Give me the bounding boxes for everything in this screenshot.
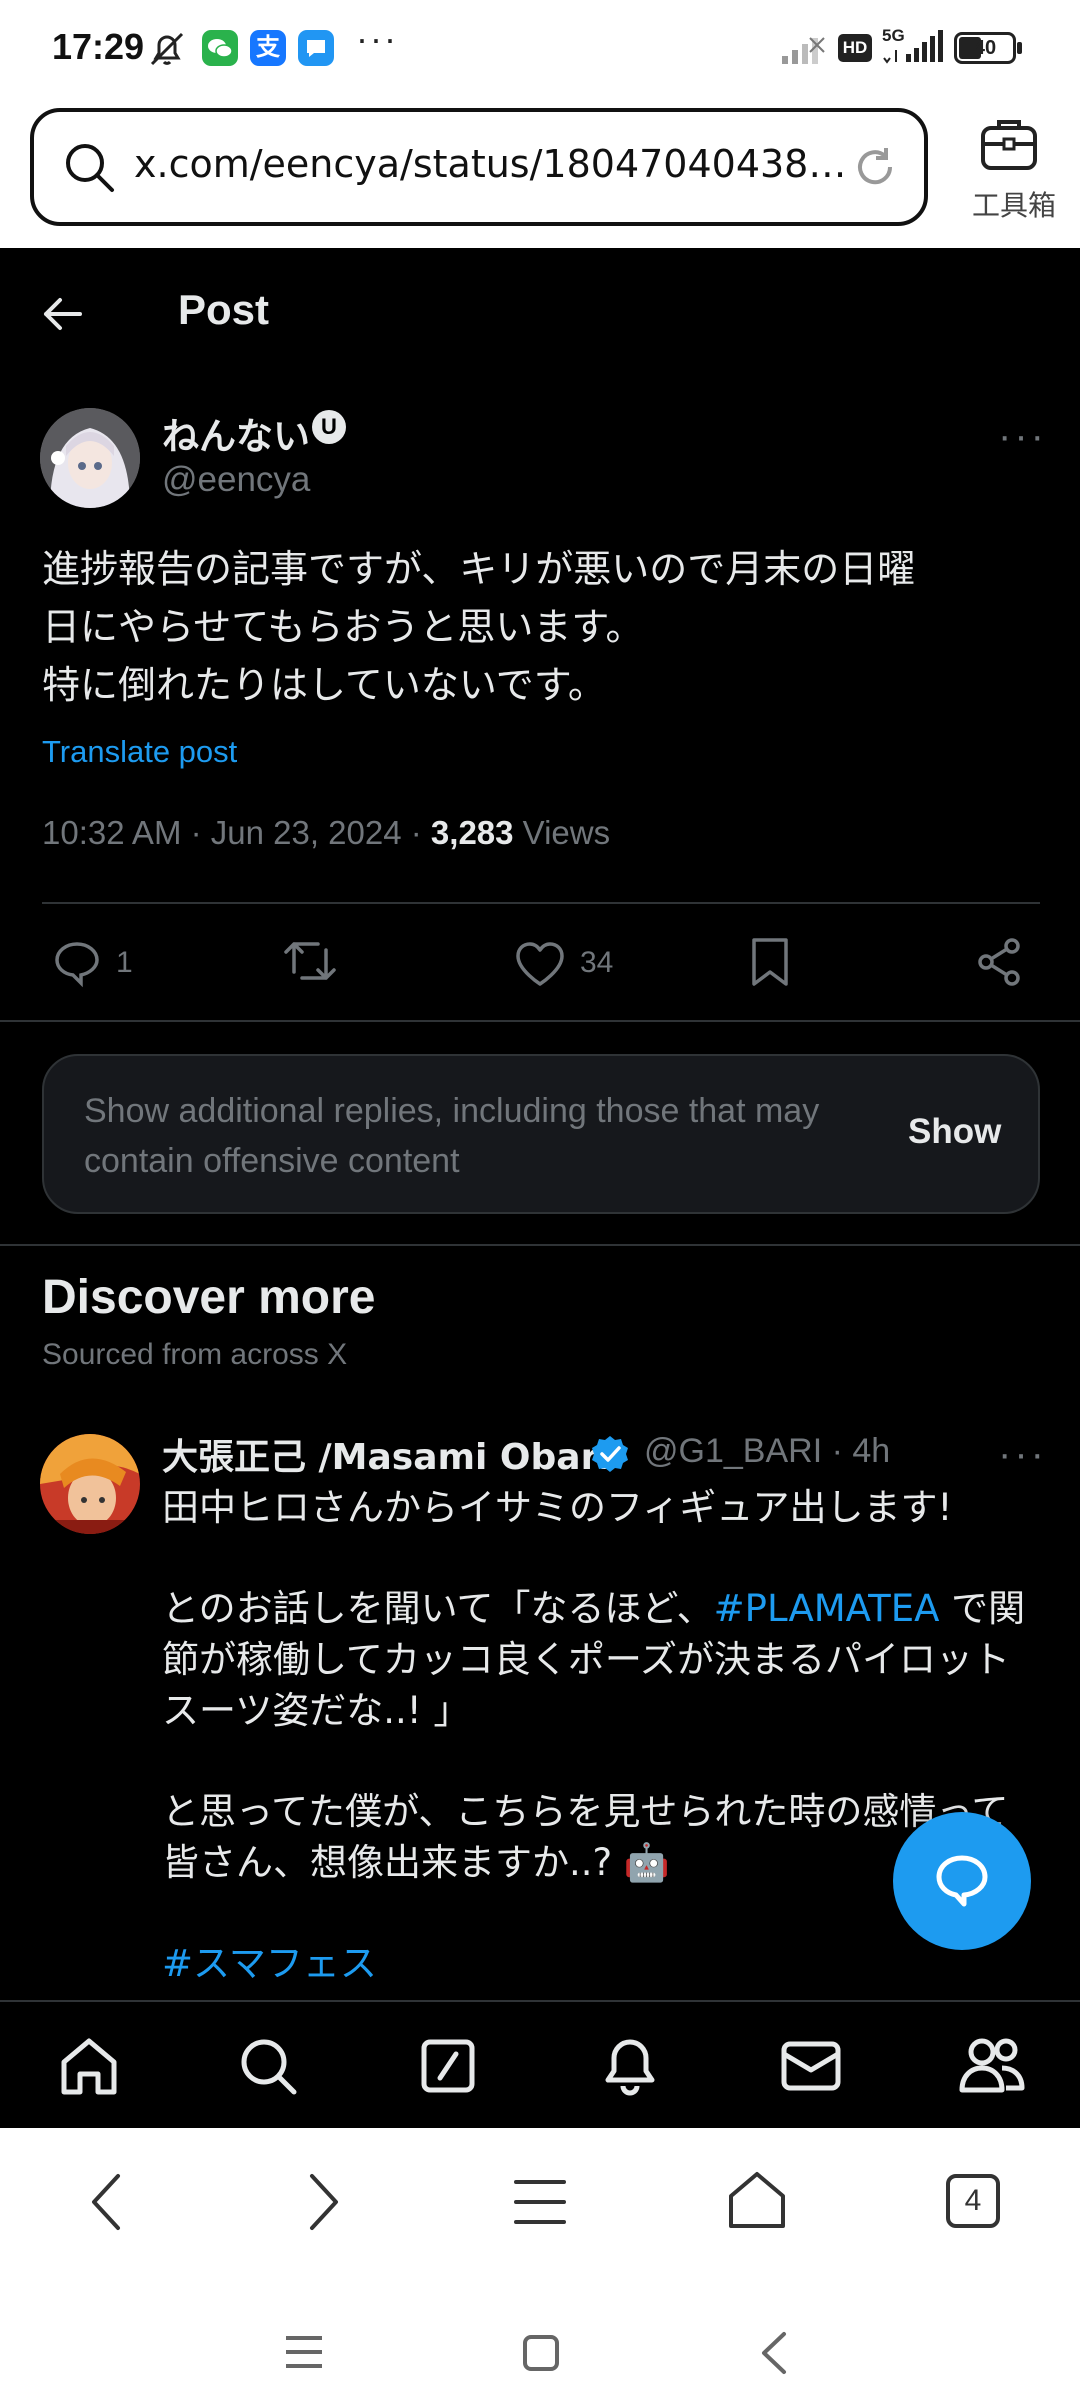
like-button[interactable]: 34 [514, 932, 624, 992]
tweet2-line: 田中ヒロさんからイサミのフィギュア出します! [162, 1486, 953, 1529]
battery-level: 40 [973, 37, 997, 59]
discover-title: Discover more [42, 1271, 376, 1324]
reply-icon [52, 938, 102, 988]
status-time: 17:29 [52, 26, 145, 67]
divider [0, 1020, 1080, 1022]
avatar[interactable] [40, 408, 140, 508]
show-button[interactable]: Show [908, 1112, 1001, 1152]
page-title: Post [178, 286, 270, 333]
share-icon[interactable] [974, 936, 1026, 988]
show-additional-replies-card: Show additional replies, including those… [42, 1054, 1040, 1214]
discover-subtitle: Sourced from across X [42, 1338, 348, 1371]
menu-icon[interactable] [512, 2174, 568, 2230]
browser-home-icon[interactable] [726, 2170, 788, 2230]
system-navigation-bar [0, 2290, 1080, 2400]
browser-toolbar: 4 [0, 2128, 1080, 2290]
url-field[interactable]: x.com/eencya/status/180470404389... [30, 108, 928, 226]
toolbox-label: 工具箱 [971, 190, 1056, 221]
hashtag-link[interactable]: #PLAMATEA [714, 1587, 940, 1630]
battery-icon: 40 [954, 32, 1022, 64]
more-notifications-icon: ··· [356, 18, 398, 59]
communities-icon[interactable] [958, 2034, 1026, 2096]
search-icon [62, 140, 116, 194]
tweet2-header: 大張正己 /Masami Obari [162, 1428, 611, 1480]
message-bubble-icon [933, 1852, 991, 1910]
alipay-icon: 支 [250, 30, 286, 66]
back-chevron-icon[interactable] [84, 2170, 128, 2234]
signal-weak-icon [780, 32, 826, 66]
toolbox-button[interactable]: 工具箱 [964, 114, 1064, 224]
post-text-line: 特に倒れたりはしていないです。 [42, 663, 606, 707]
recent-apps-icon[interactable] [284, 2334, 324, 2370]
verified-badge-icon [590, 1434, 630, 1474]
views-label: Views [513, 814, 611, 851]
system-home-icon[interactable] [522, 2334, 560, 2372]
post-text-line: 進捗報告の記事ですが、キリが悪いので月末の日曜 [42, 547, 916, 591]
tweet2-line: とのお話しを聞いて「なるほど、 [162, 1587, 714, 1630]
post-text-line: 日にやらせてもらおうと思います。 [42, 605, 644, 649]
translate-post-link[interactable]: Translate post [42, 734, 237, 770]
system-back-icon[interactable] [758, 2330, 788, 2376]
tab-count-button[interactable]: 4 [946, 2174, 1000, 2228]
grok-icon[interactable] [420, 2038, 476, 2094]
signal-strong-icon [880, 28, 944, 66]
tweet2-line: 節が稼働してカッコ良くポーズが決まるパイロット [162, 1638, 1011, 1681]
more-options-icon[interactable]: ··· [998, 1432, 1047, 1477]
hd-badge: HD [838, 34, 872, 62]
browser-address-bar: x.com/eencya/status/180470404389... 工具箱 [0, 100, 1080, 248]
tweet2-line: で関 [939, 1587, 1026, 1630]
mute-icon [146, 28, 188, 70]
post-meta: 10:32 AM · Jun 23, 2024 · 3,283 Views [42, 814, 610, 852]
notifications-bell-icon[interactable] [600, 2034, 660, 2096]
search-icon[interactable] [238, 2036, 298, 2096]
reload-icon[interactable] [850, 142, 900, 192]
author-handle[interactable]: @eencya [162, 460, 310, 500]
post-text: 進捗報告の記事ですが、キリが悪いので月末の日曜 日にやらせてもらおうと思います。… [42, 540, 1042, 714]
author-badge: U [312, 410, 346, 444]
toolbox-icon [977, 114, 1041, 174]
divider [0, 1244, 1080, 1246]
status-bar: 17:29 支 ··· HD 5G 40 [0, 0, 1080, 100]
divider [42, 902, 1040, 904]
reply-count: 1 [116, 946, 133, 979]
reply-button[interactable]: 1 [52, 932, 152, 992]
repost-icon[interactable] [282, 936, 338, 986]
bookmark-icon[interactable] [748, 936, 792, 988]
tweet2-handle-time: @G1_BARI · 4h [644, 1432, 891, 1470]
more-options-icon[interactable]: ··· [998, 414, 1047, 459]
heart-icon [514, 940, 566, 988]
hashtag-link[interactable]: #スマフェス [162, 1938, 1062, 1989]
avatar[interactable] [40, 1434, 140, 1534]
forward-chevron-icon[interactable] [302, 2170, 346, 2234]
views-count: 3,283 [430, 814, 514, 851]
chat-app-icon [298, 30, 334, 66]
tweet2-line: スーツ姿だな..! 」 [162, 1689, 471, 1732]
x-post-page: Post ねんない U @eencya ··· 進捗報告の記事ですが、キリが悪い… [0, 248, 1080, 2000]
url-text[interactable]: x.com/eencya/status/180470404389... [134, 142, 854, 186]
tweet2-author-name[interactable]: 大張正己 /Masami Obari [162, 1437, 611, 1478]
compose-message-button[interactable] [893, 1812, 1031, 1950]
show-replies-text: Show additional replies, including those… [84, 1092, 820, 1180]
author-name[interactable]: ねんない [162, 406, 310, 460]
messages-envelope-icon[interactable] [780, 2040, 842, 2092]
x-tab-bar [0, 2000, 1080, 2128]
back-arrow-icon[interactable] [38, 290, 86, 338]
like-count: 34 [580, 946, 614, 979]
wechat-icon [202, 30, 238, 66]
home-icon[interactable] [58, 2036, 120, 2096]
post-timestamp: 10:32 AM · Jun 23, 2024 · [42, 814, 431, 851]
